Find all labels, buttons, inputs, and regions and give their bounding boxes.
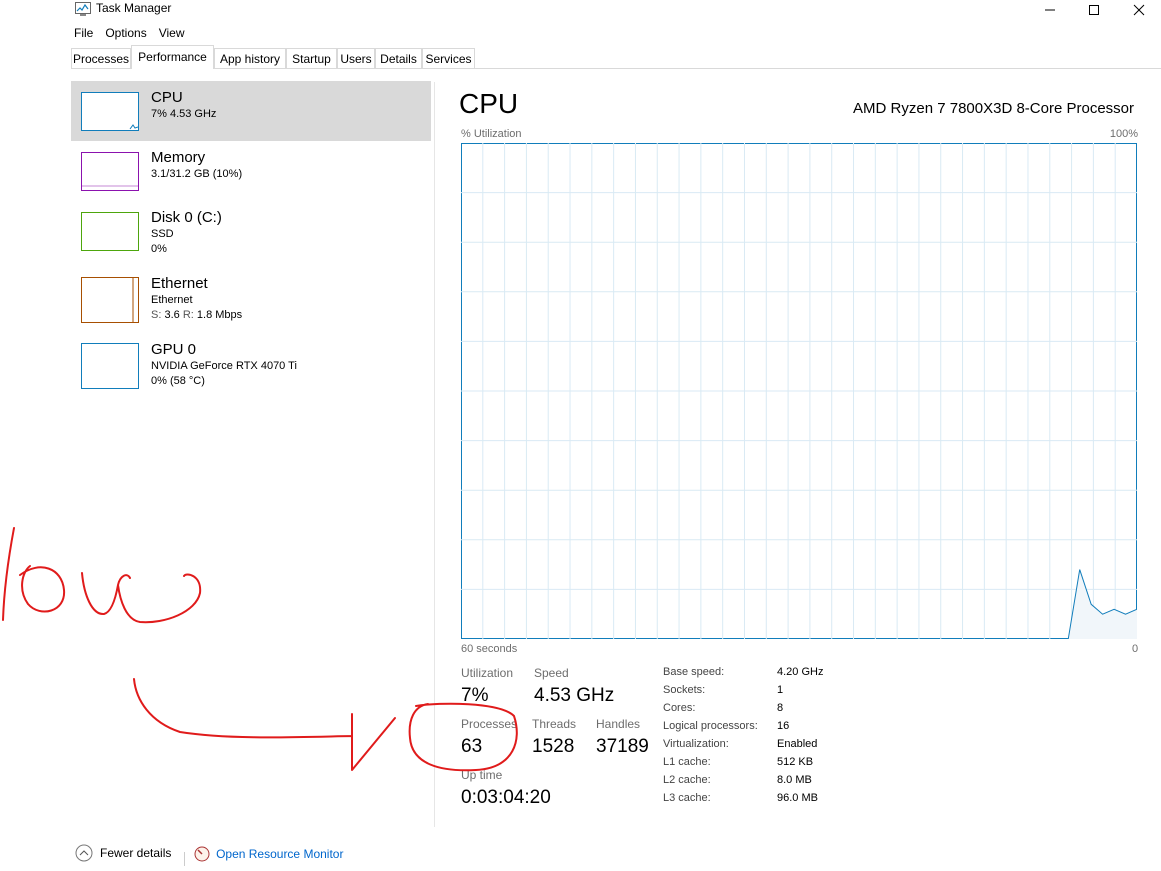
handwriting-low [2,527,202,624]
arrow-icon [133,678,396,771]
handwritten-annotation [2,527,518,772]
circle-processes [408,702,518,772]
tab-performance[interactable]: Performance [131,45,214,69]
